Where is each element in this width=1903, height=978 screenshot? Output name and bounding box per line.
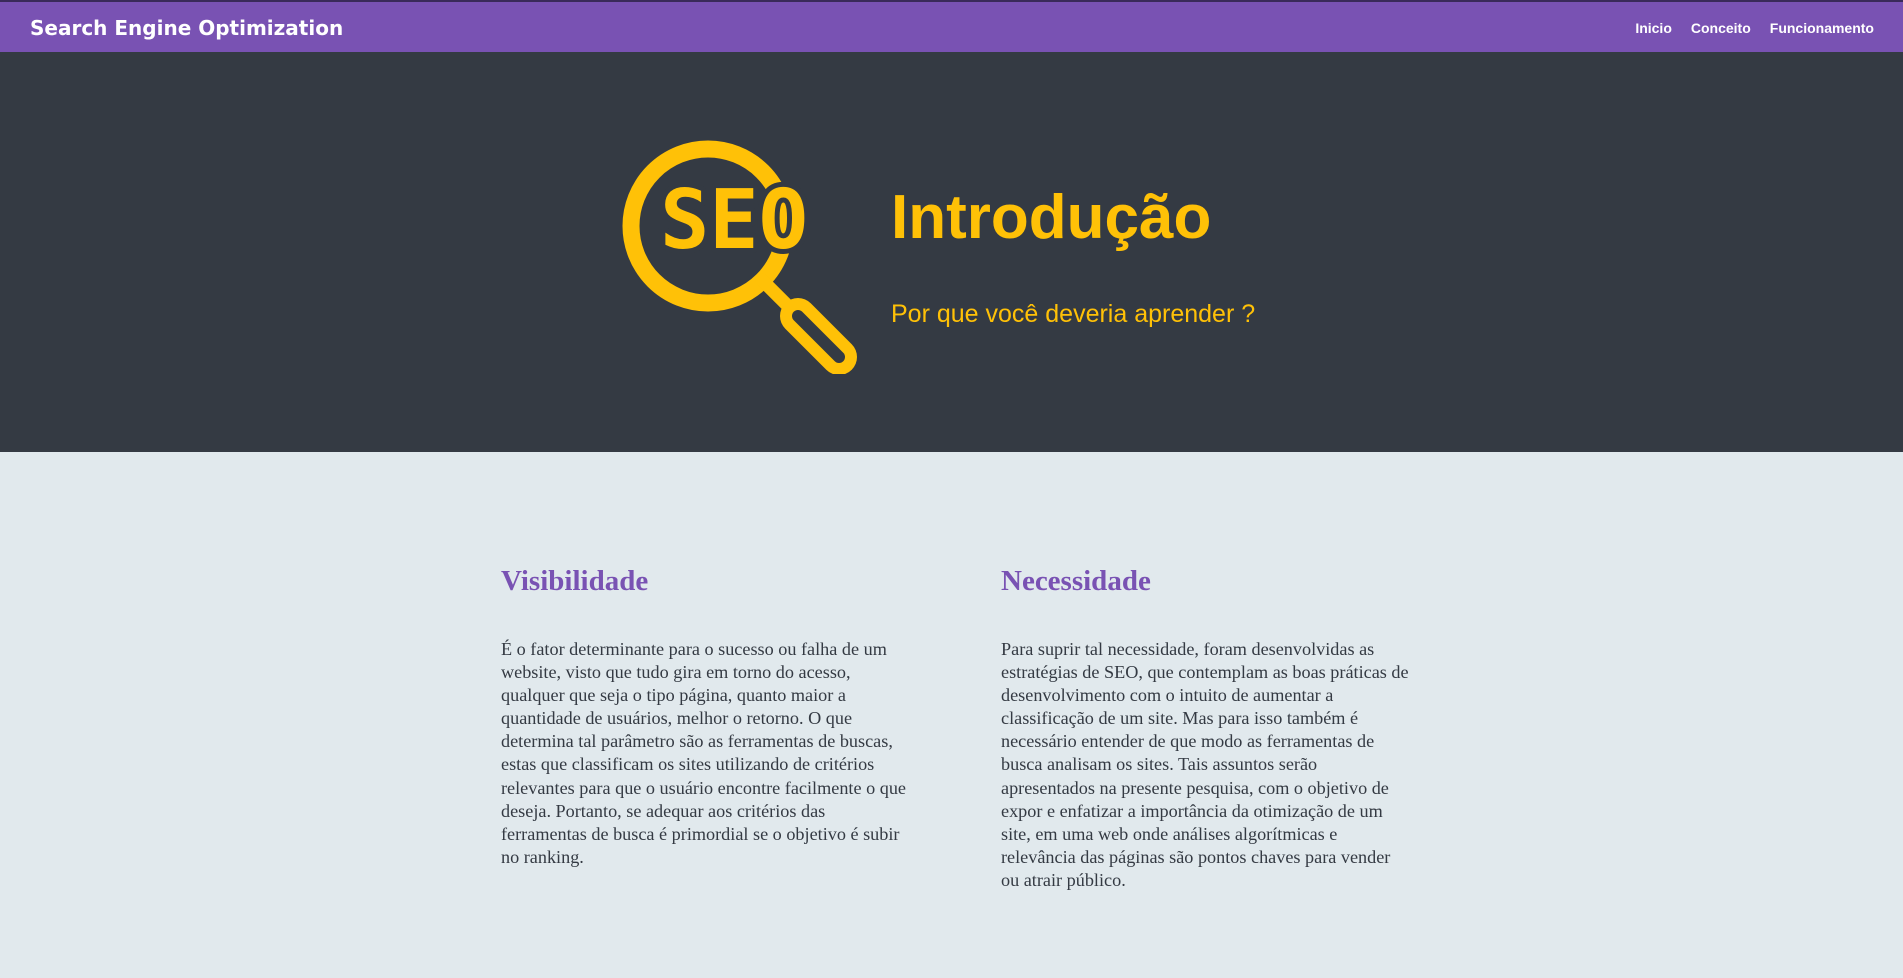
nav-link-funcionamento[interactable]: Funcionamento [1770, 20, 1874, 36]
top-navbar: Search Engine Optimization Inicio Concei… [0, 0, 1903, 52]
nav-link-conceito[interactable]: Conceito [1691, 20, 1751, 36]
section-heading: Visibilidade [501, 565, 649, 597]
hero-title: Introdução [891, 183, 1212, 252]
seo-logo-text: SEO [660, 173, 808, 268]
section-body: É o fator determinante para o sucesso ou… [501, 639, 906, 867]
seo-magnifier-icon: SEO SEO [622, 140, 857, 374]
hero-banner: SEO SEO Introdução Por que você deveria … [0, 52, 1903, 452]
nav-links: Inicio Conceito Funcionamento [1635, 20, 1874, 36]
section-heading: Necessidade [1001, 565, 1151, 597]
hero-subtitle: Por que você deveria aprender ? [891, 300, 1256, 328]
section-necessidade: Necessidade Para suprir tal necessidade,… [1001, 560, 1411, 892]
nav-link-inicio[interactable]: Inicio [1635, 20, 1672, 36]
brand-link[interactable]: Search Engine Optimization [30, 16, 343, 40]
section-body: Para suprir tal necessidade, foram desen… [1001, 639, 1409, 890]
section-visibilidade: Visibilidade É o fator determinante para… [501, 560, 911, 869]
